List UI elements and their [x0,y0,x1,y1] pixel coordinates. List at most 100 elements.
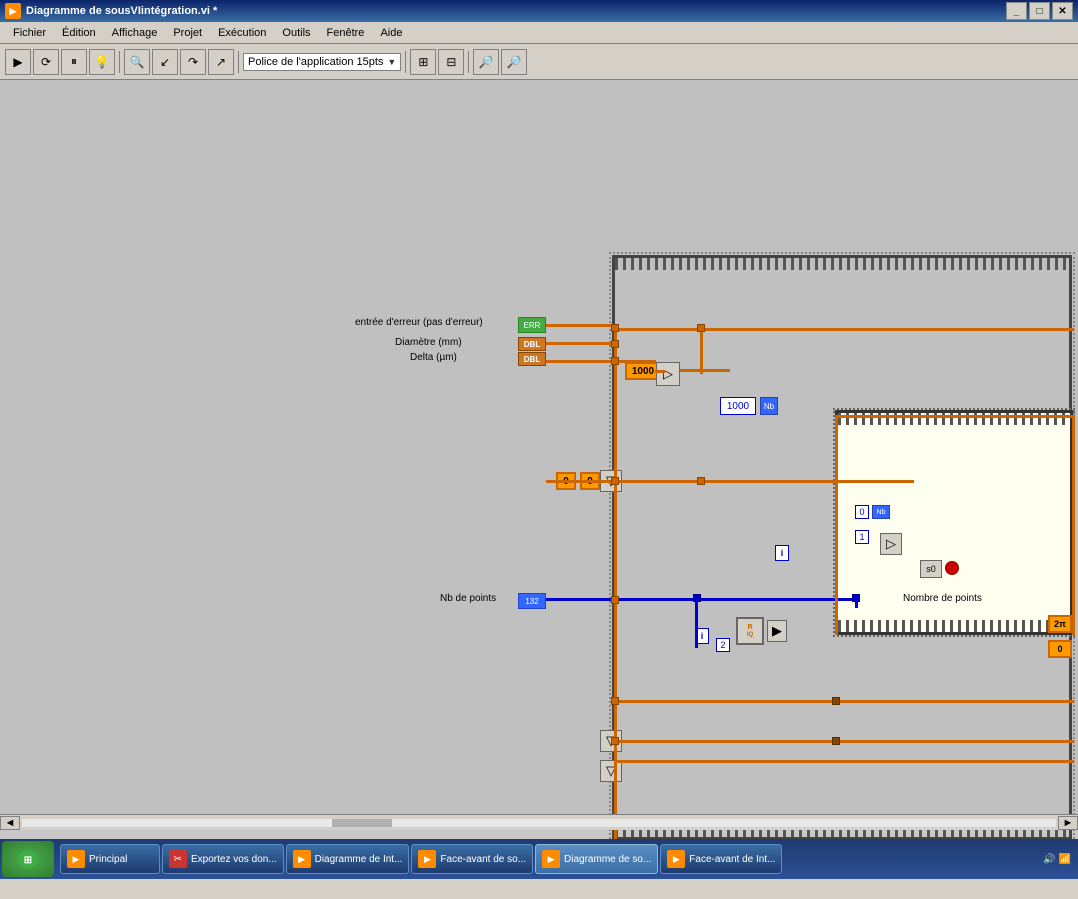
wire-bottom-1 [614,700,1074,703]
window-controls[interactable]: _ □ ✕ [1006,2,1073,20]
menu-fenetre[interactable]: Fenêtre [319,25,373,41]
nb-indicator-inner: Nb [872,505,890,519]
system-tray: 🔊 📶 [1043,854,1076,865]
val-1-inner: 1 [855,530,869,544]
window-title: Diagramme de sousVIintégration.vi * [26,5,1006,17]
wire-vert-mult [700,328,703,374]
step-over-button[interactable]: ↷ [180,49,206,75]
stop-indicator [945,561,959,575]
val-0-inner: 0 [855,505,869,519]
wire-nbpoints-h [546,598,856,601]
inner-frame-dots-bottom [838,620,1070,632]
taskbar-icon-faceavant-so: ▶ [418,850,436,868]
menu-affichage[interactable]: Affichage [104,25,166,41]
delta-terminal[interactable]: DBL [518,352,546,366]
minimize-button[interactable]: _ [1006,2,1027,20]
conn-6 [611,697,619,705]
taskbar: ⊞ ▶ Principal ✂ Exportez vos don... ▶ Di… [0,839,1078,879]
taskbar-faceavant-so[interactable]: ▶ Face-avant de so... [411,844,533,874]
taskbar-icon-diagramme-int: ▶ [293,850,311,868]
maximize-button[interactable]: □ [1029,2,1050,20]
wire-inner-right [1072,415,1075,635]
step-out-button[interactable]: ↗ [208,49,234,75]
down-arrow-node-2[interactable]: ▽ [600,760,622,782]
separator-2 [238,51,239,73]
val-2pi[interactable]: 2π [1048,615,1072,633]
forward-arrow-node[interactable]: ▷ [880,533,902,555]
val-1000-const[interactable]: 1000 [720,397,756,415]
taskbar-principal[interactable]: ▶ Principal [60,844,160,874]
label-delta: Delta (µm) [410,352,457,363]
frame-dots-top [615,258,1069,270]
scroll-right-button[interactable]: ► [1058,816,1078,830]
run-button[interactable]: ▶ [5,49,31,75]
run-continuously-button[interactable]: ⟳ [33,49,59,75]
s0-node[interactable]: s0 [920,560,942,578]
scrollbar-thumb[interactable] [332,819,392,827]
val-0-2pi[interactable]: 0 [1048,640,1072,658]
riq-output-node[interactable]: ▶ [767,620,787,642]
step-into-button[interactable]: ↙ [152,49,178,75]
font-selector[interactable]: Police de l'application 15pts ▼ [243,53,401,71]
nb-indicator-1: Nb [760,397,778,415]
search-button[interactable]: 🔎 [501,49,527,75]
menu-outils[interactable]: Outils [274,25,318,41]
horizontal-scrollbar[interactable]: ◄ ► [0,814,1078,830]
diagram-canvas[interactable]: entrée d'erreur (pas d'erreur) Diamètre … [0,80,1078,830]
conn-2 [611,340,619,348]
titlebar: ▶ Diagramme de sousVIintégration.vi * _ … [0,0,1078,22]
separator-3 [405,51,406,73]
wire-inner-top [835,415,1072,418]
zoom-button[interactable]: 🔎 [473,49,499,75]
wire-bottom-2 [614,740,1074,743]
conn-4 [611,477,619,485]
multiply-node[interactable]: ▷ [656,362,680,386]
menu-execution[interactable]: Exécution [210,25,274,41]
start-button[interactable]: ⊞ [2,841,54,877]
taskbar-icon-principal: ▶ [67,850,85,868]
val-i-main: i [775,545,789,561]
diameter-terminal[interactable]: DBL [518,337,546,351]
menu-edition[interactable]: Édition [54,25,104,41]
font-name: Police de l'application 15pts [248,56,383,68]
clock: 🔊 📶 [1043,854,1071,865]
font-dropdown-arrow: ▼ [387,57,396,67]
conn-blue-2 [852,594,860,602]
abort-button[interactable]: ⏸ [61,49,87,75]
label-diameter: Diamètre (mm) [395,337,462,348]
scroll-left-button[interactable]: ◄ [0,816,20,830]
nb-points-terminal[interactable]: 132 [518,593,546,609]
wire-bottom-3 [614,760,1074,763]
scrollbar-track[interactable] [22,819,1056,827]
label-nb-points: Nb de points [440,593,496,604]
distribute-button[interactable]: ⊟ [438,49,464,75]
conn-3 [611,357,619,365]
taskbar-faceavant-int[interactable]: ▶ Face-avant de Int... [660,844,782,874]
wire-error [546,324,618,327]
taskbar-diagramme-int[interactable]: ▶ Diagramme de Int... [286,844,410,874]
separator-1 [119,51,120,73]
conn-r2 [697,477,705,485]
svg-text:⊞: ⊞ [24,855,32,866]
app-icon: ▶ [5,3,21,19]
taskbar-export[interactable]: ✂ Exportez vos don... [162,844,284,874]
highlight-button[interactable]: 🔍 [124,49,150,75]
taskbar-icon-export: ✂ [169,850,187,868]
pause-button[interactable]: 💡 [89,49,115,75]
taskbar-icon-faceavant-int: ▶ [667,850,685,868]
taskbar-label-diagramme-int: Diagramme de Int... [315,854,403,865]
taskbar-diagramme-so[interactable]: ▶ Diagramme de so... [535,844,658,874]
wire-zero-h [546,480,618,483]
align-button[interactable]: ⊞ [410,49,436,75]
error-in-terminal[interactable]: ERR [518,317,546,333]
conn-5 [611,596,619,604]
riq-subvi[interactable]: RIQ [736,617,764,645]
menu-projet[interactable]: Projet [165,25,210,41]
menu-fichier[interactable]: Fichier [5,25,54,41]
wire-left-vert [614,328,617,858]
close-button[interactable]: ✕ [1052,2,1073,20]
wire-diameter [546,342,618,345]
wire-inner-left [835,415,838,635]
menu-aide[interactable]: Aide [372,25,410,41]
taskbar-label-diagramme-so: Diagramme de so... [564,854,651,865]
